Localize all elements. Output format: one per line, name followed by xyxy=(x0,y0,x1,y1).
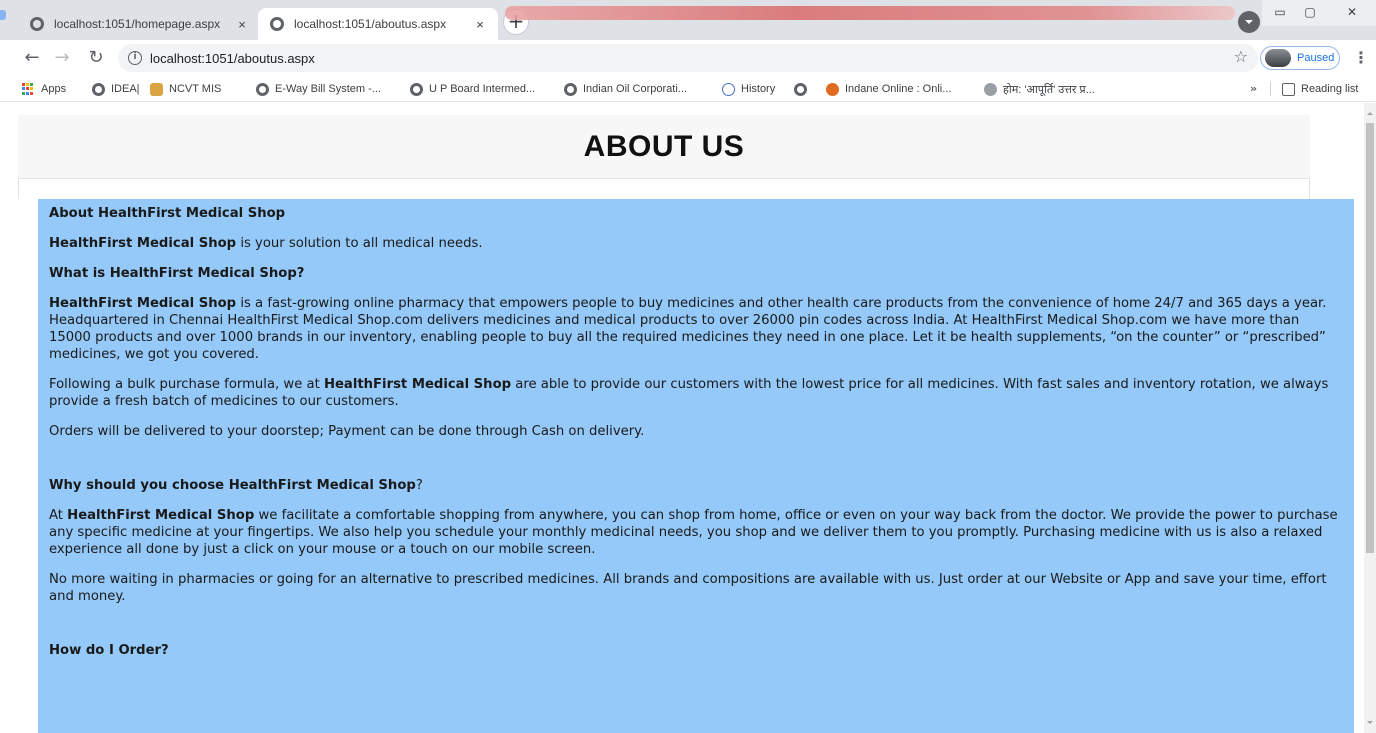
bookmark-label: Indian Oil Corporati... xyxy=(583,83,687,95)
orders-paragraph: Orders will be delivered to your doorste… xyxy=(49,424,645,439)
why-paragraph: At HealthFirst Medical Shop we facilitat… xyxy=(49,507,1343,558)
bookmark-star-icon[interactable]: ☆ xyxy=(1234,48,1248,66)
globe-icon xyxy=(30,17,44,31)
close-tab-icon[interactable]: × xyxy=(234,17,250,32)
lpg-icon xyxy=(826,82,839,96)
bookmark-indian-oil[interactable]: Indian Oil Corporati... xyxy=(564,80,687,98)
tab-title: localhost:1051/aboutus.aspx xyxy=(294,17,447,31)
bookmark-label: History xyxy=(741,83,776,95)
history-icon xyxy=(722,82,735,96)
menu-dots-icon[interactable]: ⋮ xyxy=(1352,46,1370,70)
tab-homepage[interactable]: localhost:1051/homepage.aspx × xyxy=(18,8,260,40)
brand-name: HealthFirst Medical Shop xyxy=(49,236,237,251)
bulk-text-pre: Following a bulk purchase formula, we at xyxy=(49,377,324,392)
address-url[interactable]: localhost:1051/aboutus.aspx xyxy=(150,51,315,66)
reading-list-label: Reading list xyxy=(1301,83,1359,95)
frame-border-left xyxy=(18,179,19,199)
globe-icon xyxy=(92,82,105,96)
tab-aboutus[interactable]: localhost:1051/aboutus.aspx × xyxy=(258,8,498,40)
govt-icon xyxy=(984,82,997,96)
bookmark-label: U P Board Intermed... xyxy=(429,83,536,95)
brand-name: HealthFirst Medical Shop xyxy=(323,377,512,392)
bookmark-up-board[interactable]: U P Board Intermed... xyxy=(410,80,535,98)
avatar xyxy=(1265,49,1291,67)
tab-strip: localhost:1051/homepage.aspx × localhost… xyxy=(0,0,1376,40)
bookmark-label: IDEA| xyxy=(111,83,140,95)
intro-text: is your solution to all medical needs. xyxy=(236,236,483,251)
why-heading-suffix: ? xyxy=(415,478,423,493)
tab-title: localhost:1051/homepage.aspx xyxy=(54,17,221,31)
intro-paragraph: HealthFirst Medical Shop is your solutio… xyxy=(49,235,1343,252)
bookmarks-bar: Apps IDEA| NCVT MIS E-Way Bill System -.… xyxy=(0,76,1376,102)
blurred-window-overlay xyxy=(505,6,1235,20)
globe-icon xyxy=(564,82,577,96)
bookmark-aapurti[interactable]: होम: 'आपूर्ति' उत्तर प्र... xyxy=(984,80,1095,98)
maximize-button[interactable]: ▢ xyxy=(1296,2,1324,24)
frame-border-right xyxy=(1309,179,1310,199)
bookmark-label: E-Way Bill System -... xyxy=(275,83,381,95)
globe-icon xyxy=(256,82,269,96)
bookmark-idea[interactable]: IDEA| xyxy=(92,80,140,98)
back-arrow-icon[interactable]: ← xyxy=(20,46,44,70)
profile-label: Paused xyxy=(1297,52,1335,64)
order-heading: How do I Order? xyxy=(49,643,169,658)
waiting-paragraph: No more waiting in pharmacies or going f… xyxy=(49,572,1327,604)
bookmarks-more-button[interactable]: » xyxy=(1250,80,1257,98)
bookmark-history[interactable]: History xyxy=(722,80,775,98)
brand-name: HealthFirst Medical Shop xyxy=(49,296,237,311)
reading-list-button[interactable]: Reading list xyxy=(1282,80,1358,98)
bookmark-eway-bill[interactable]: E-Way Bill System -... xyxy=(256,80,381,98)
bookmark-label: NCVT MIS xyxy=(169,83,222,95)
address-bar[interactable]: i localhost:1051/aboutus.aspx ☆ xyxy=(118,44,1258,72)
tab-search-icon[interactable] xyxy=(1238,11,1260,33)
what-paragraph: HealthFirst Medical Shop is a fast-growi… xyxy=(49,295,1343,363)
scroll-down-arrow-icon[interactable] xyxy=(1367,721,1373,727)
emblem-icon xyxy=(150,82,163,96)
bookmark-label: होम: 'आपूर्ति' उत्तर प्र... xyxy=(1003,83,1095,96)
close-tab-icon[interactable]: × xyxy=(472,17,488,32)
globe-icon xyxy=(794,82,807,96)
browser-toolbar: ← → ↻ i localhost:1051/aboutus.aspx ☆ Pa… xyxy=(0,40,1376,76)
page-header: ABOUT US xyxy=(18,115,1310,179)
scrollbar-thumb[interactable] xyxy=(1366,123,1374,553)
forward-arrow-icon[interactable]: → xyxy=(50,46,74,70)
bookmark-unnamed[interactable] xyxy=(794,80,813,98)
why-heading-line: Why should you choose HealthFirst Medica… xyxy=(49,477,1343,494)
bookmark-ncvt-mis[interactable]: NCVT MIS xyxy=(150,80,221,98)
what-heading: What is HealthFirst Medical Shop? xyxy=(49,266,305,281)
why-heading: Why should you choose HealthFirst Medica… xyxy=(49,478,416,493)
scroll-up-arrow-icon[interactable] xyxy=(1367,109,1373,115)
reload-icon[interactable]: ↻ xyxy=(84,46,108,70)
page-title: ABOUT US xyxy=(583,130,745,163)
bookmarks-divider xyxy=(1270,82,1271,96)
brand-name: HealthFirst Medical Shop xyxy=(67,508,255,523)
bookmark-apps[interactable]: Apps xyxy=(22,80,66,98)
tab-strip-edge xyxy=(0,10,6,20)
apps-icon xyxy=(22,82,35,96)
profile-button[interactable]: Paused xyxy=(1260,46,1340,70)
about-content: About HealthFirst Medical Shop HealthFir… xyxy=(38,199,1354,733)
site-info-icon[interactable]: i xyxy=(128,51,142,65)
about-heading: About HealthFirst Medical Shop xyxy=(49,206,286,221)
bookmark-label: Indane Online : Onli... xyxy=(845,83,952,95)
globe-icon xyxy=(410,82,423,96)
page-viewport: ABOUT US About HealthFirst Medical Shop … xyxy=(0,103,1364,733)
page-scrollbar[interactable] xyxy=(1364,103,1376,733)
why-text-pre: At xyxy=(49,508,68,523)
what-text: is a fast-growing online pharmacy that e… xyxy=(49,296,1327,362)
globe-icon xyxy=(270,17,284,31)
minimize-button[interactable]: ▭ xyxy=(1266,2,1294,24)
bulk-paragraph: Following a bulk purchase formula, we at… xyxy=(49,376,1343,410)
bookmark-indane[interactable]: Indane Online : Onli... xyxy=(826,80,951,98)
bookmark-label: Apps xyxy=(41,83,67,95)
window-close-button[interactable]: ✕ xyxy=(1338,2,1366,24)
reading-list-icon xyxy=(1282,82,1295,96)
